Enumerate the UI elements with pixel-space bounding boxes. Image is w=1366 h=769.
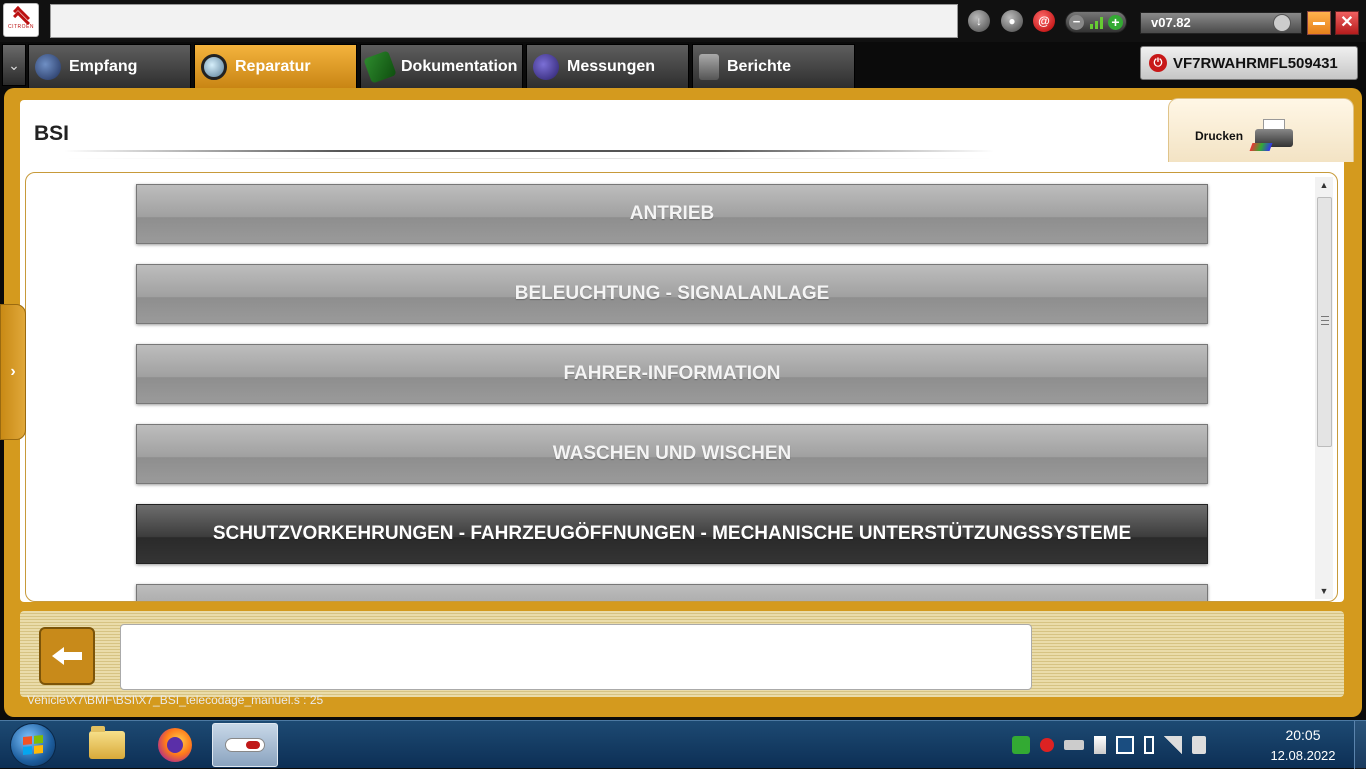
zoom-control: − + (1065, 11, 1127, 33)
taskbar-diagbox[interactable] (212, 723, 278, 767)
list-item[interactable]: ANTRIEB (136, 184, 1208, 244)
book-icon (363, 49, 397, 84)
firefox-icon (158, 728, 192, 762)
list-item[interactable]: FAHRER-INFORMATION (136, 344, 1208, 404)
list-item[interactable]: BELEUCHTUNG - SIGNALANLAGE (136, 264, 1208, 324)
menu-toggle-button[interactable]: ⌄ (2, 44, 26, 86)
content-panel: BSI Drucken ANTRIEB BELEUCHTUNG - SIGNAL… (20, 98, 1354, 602)
action-center-flag-icon[interactable] (1094, 736, 1106, 754)
zoom-level-icon (1090, 17, 1104, 29)
taskbar-firefox[interactable] (144, 723, 206, 767)
list-item[interactable] (136, 584, 1208, 601)
tab-berichte[interactable]: Berichte (692, 44, 855, 88)
version-label: v07.82 (1151, 15, 1191, 30)
folder-icon (89, 726, 125, 759)
tab-messungen[interactable]: Messungen (526, 44, 689, 88)
scroll-thumb[interactable] (1317, 197, 1332, 447)
power-icon: ⏻ (1149, 54, 1167, 72)
clock-icon (1273, 14, 1291, 32)
at-icon[interactable]: @ (1033, 10, 1055, 32)
grip-icon (1321, 316, 1329, 325)
vin-button[interactable]: ⏻ VF7RWAHRMFL509431 (1140, 46, 1358, 80)
citroen-logo: CITROËN (3, 3, 39, 37)
side-panel-toggle[interactable]: › (0, 304, 26, 440)
close-button[interactable]: ✕ (1335, 11, 1359, 35)
battery-icon[interactable] (1144, 736, 1154, 754)
chevron-logo-icon (10, 10, 32, 24)
volume-muted-icon[interactable] (1192, 736, 1206, 754)
tab-label: Messungen (567, 57, 656, 75)
scroll-down-icon[interactable]: ▼ (1315, 583, 1333, 599)
display-icon[interactable] (1116, 736, 1134, 754)
title-divider (64, 150, 994, 152)
clock-time[interactable]: 20:05 (1268, 727, 1338, 743)
error-icon[interactable] (1040, 738, 1054, 752)
download-icon[interactable]: ↓ (968, 10, 990, 32)
globe-icon (35, 53, 61, 80)
tab-label: Dokumentation (401, 57, 518, 75)
clock-date[interactable]: 12.08.2022 (1262, 748, 1344, 763)
print-label: Drucken (1195, 129, 1244, 143)
arrow-left-icon (52, 647, 82, 665)
diagbox-icon (225, 738, 265, 752)
tab-dokumentation[interactable]: Dokumentation (360, 44, 523, 88)
report-icon (699, 53, 719, 80)
tab-empfang[interactable]: Empfang (28, 44, 191, 88)
function-list: ANTRIEB BELEUCHTUNG - SIGNALANLAGE FAHRE… (25, 172, 1338, 602)
version-indicator: v07.82 (1140, 12, 1302, 34)
list-item-selected[interactable]: SCHUTZVORKEHRUNGEN - FAHRZEUGÖFFNUNGEN -… (136, 504, 1208, 564)
tab-label: Reparatur (235, 57, 311, 75)
windows-logo-icon (23, 734, 43, 756)
print-button[interactable]: Drucken (1168, 98, 1354, 162)
tab-label: Berichte (727, 57, 792, 75)
status-path: Vehicle\X7\BMF\BSI\X7_BSI_telecodage_man… (27, 693, 324, 707)
title-divider-shadow (64, 158, 994, 159)
zoom-in-button[interactable]: + (1108, 15, 1123, 30)
minimize-button[interactable] (1307, 11, 1331, 35)
sync-check-icon[interactable] (1012, 736, 1030, 754)
list-item[interactable]: WASCHEN UND WISCHEN (136, 424, 1208, 484)
tab-label: Empfang (69, 57, 138, 75)
main-frame: BSI Drucken ANTRIEB BELEUCHTUNG - SIGNAL… (0, 88, 1362, 717)
bottom-bar (20, 611, 1344, 697)
top-bar: CITROËN ↓ ● @ − + v07.82 ✕ (0, 0, 1366, 42)
address-bar[interactable] (50, 4, 958, 38)
vin-label: VF7RWAHRMFL509431 (1173, 54, 1338, 72)
scroll-up-icon[interactable]: ▲ (1315, 177, 1333, 193)
system-tray (1012, 733, 1206, 757)
tab-bar: ⌄ Empfang Reparatur Dokumentation Messun… (0, 42, 1366, 88)
back-button[interactable] (39, 627, 95, 685)
tab-reparatur[interactable]: Reparatur (194, 44, 357, 88)
user-icon[interactable]: ● (1001, 10, 1023, 32)
start-button[interactable] (10, 723, 56, 767)
magnifier-icon (201, 53, 227, 80)
network-icon[interactable] (1164, 736, 1182, 754)
zoom-out-button[interactable]: − (1069, 15, 1084, 30)
page-title: BSI (34, 122, 70, 145)
usb-device-icon[interactable] (1064, 740, 1084, 750)
message-box (120, 624, 1032, 690)
taskbar: 20:05 12.08.2022 (0, 720, 1366, 769)
scrollbar[interactable]: ▲ ▼ (1315, 177, 1333, 599)
printer-icon (1249, 117, 1297, 151)
waveform-icon (533, 53, 559, 80)
show-desktop-button[interactable] (1354, 721, 1366, 769)
taskbar-explorer[interactable] (76, 723, 138, 767)
